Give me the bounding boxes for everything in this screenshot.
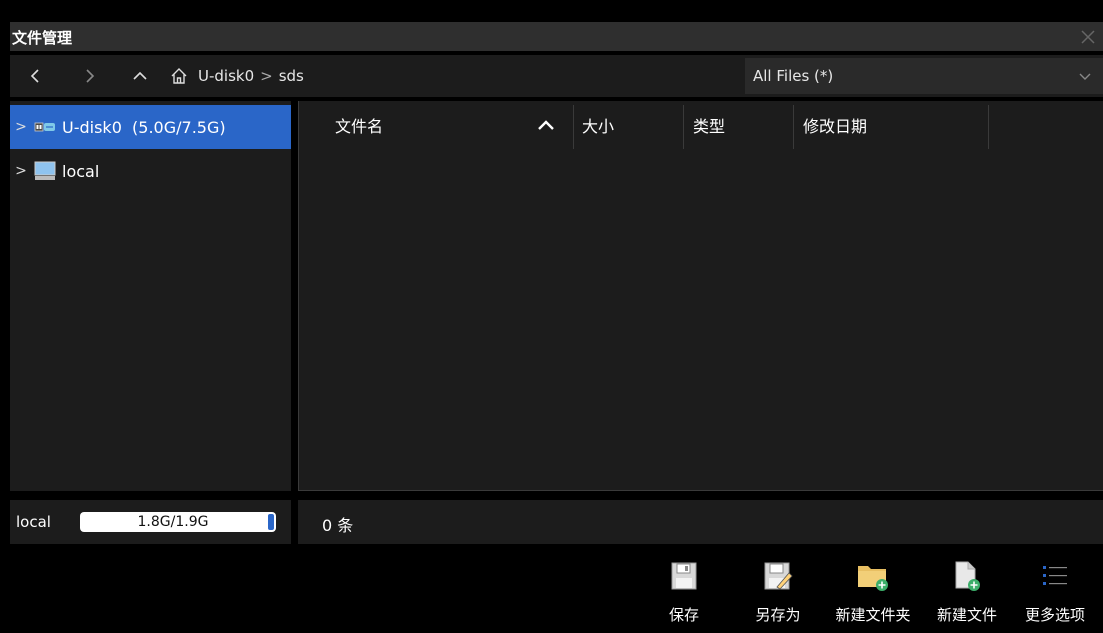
more-options-label: 更多选项 — [1024, 606, 1085, 624]
new-file-icon — [955, 561, 980, 591]
close-button[interactable] — [1073, 22, 1103, 51]
column-header-label: 大小 — [582, 117, 615, 136]
title-bar-strip: 文件管理 — [10, 22, 1103, 51]
chevron-down-icon — [1079, 73, 1091, 80]
close-icon — [1081, 29, 1095, 44]
storage-name: local — [16, 513, 51, 531]
new-folder-button[interactable]: 新建文件夹 — [828, 556, 918, 630]
tree-item-local[interactable]: > local — [10, 149, 291, 193]
column-divider[interactable] — [573, 105, 574, 149]
new-file-button[interactable]: 新建文件 — [929, 556, 1005, 630]
sort-ascending-icon — [538, 120, 554, 130]
usb-drive-icon — [34, 122, 55, 132]
tree-item-label: U-disk0 (5.0G/7.5G) — [62, 117, 226, 137]
column-header-label: 类型 — [693, 117, 726, 136]
column-header-label: 文件名 — [335, 117, 384, 136]
computer-icon — [34, 161, 56, 180]
item-count: 0 条 — [322, 516, 354, 535]
tree-item-label: local — [62, 161, 100, 181]
forward-button[interactable] — [70, 55, 110, 97]
save-button[interactable]: 保存 — [664, 556, 704, 630]
column-header-type[interactable]: 类型 — [693, 101, 725, 149]
status-bar: 0 条 — [298, 500, 1103, 544]
home-icon — [171, 68, 187, 84]
more-options-button[interactable]: 更多选项 — [1015, 556, 1095, 630]
save-as-icon — [764, 562, 793, 590]
filter-value: All Files (*) — [753, 67, 834, 85]
save-as-label: 另存为 — [755, 606, 801, 624]
column-header-size[interactable]: 大小 — [582, 101, 614, 149]
up-button[interactable] — [120, 55, 160, 97]
column-divider[interactable] — [793, 105, 794, 149]
save-label: 保存 — [668, 606, 699, 624]
list-menu-icon — [1043, 566, 1067, 585]
column-header-modified[interactable]: 修改日期 — [803, 101, 867, 149]
column-divider[interactable] — [683, 105, 684, 149]
column-header-label: 修改日期 — [803, 117, 868, 136]
chevron-up-icon — [133, 71, 147, 80]
new-folder-icon — [858, 566, 888, 591]
title-bar: 文件管理 — [0, 0, 1103, 52]
drive-tree: > U-disk0 (5.0G/7.5G) > local — [10, 101, 291, 491]
filter-dropdown-button[interactable] — [1067, 58, 1103, 94]
window-title: 文件管理 — [12, 29, 73, 47]
expand-icon[interactable]: > — [10, 119, 32, 135]
new-folder-label: 新建文件夹 — [835, 606, 911, 624]
breadcrumb-item-udisk[interactable]: U-disk0 — [198, 67, 254, 85]
column-header-name[interactable]: 文件名 — [335, 101, 383, 149]
column-divider[interactable] — [988, 105, 989, 149]
file-list: 文件名 大小 类型 修改日期 — [298, 101, 1103, 491]
chevron-right-icon — [86, 69, 95, 83]
home-button[interactable] — [170, 67, 188, 85]
back-button[interactable] — [16, 55, 56, 97]
file-type-filter[interactable]: All Files (*) — [745, 58, 1103, 94]
save-icon — [671, 562, 697, 590]
tree-item-udisk0[interactable]: > U-disk0 (5.0G/7.5G) — [10, 105, 291, 149]
chevron-left-icon — [30, 69, 39, 83]
storage-usage-fill — [268, 514, 274, 530]
expand-icon[interactable]: > — [10, 163, 32, 179]
storage-usage-bar: 1.8G/1.9G — [80, 512, 276, 532]
new-file-label: 新建文件 — [936, 606, 997, 624]
sort-ascending-button[interactable] — [537, 101, 555, 149]
storage-usage-text: 1.8G/1.9G — [137, 514, 209, 530]
save-as-button[interactable]: 另存为 — [748, 556, 808, 630]
breadcrumb-separator: > — [260, 67, 273, 85]
breadcrumb-item-sds[interactable]: sds — [279, 67, 304, 85]
storage-indicator: local 1.8G/1.9G — [10, 500, 291, 544]
breadcrumb: U-disk0 > sds — [170, 55, 304, 97]
navigation-bar: U-disk0 > sds All Files (*) — [10, 55, 1103, 97]
